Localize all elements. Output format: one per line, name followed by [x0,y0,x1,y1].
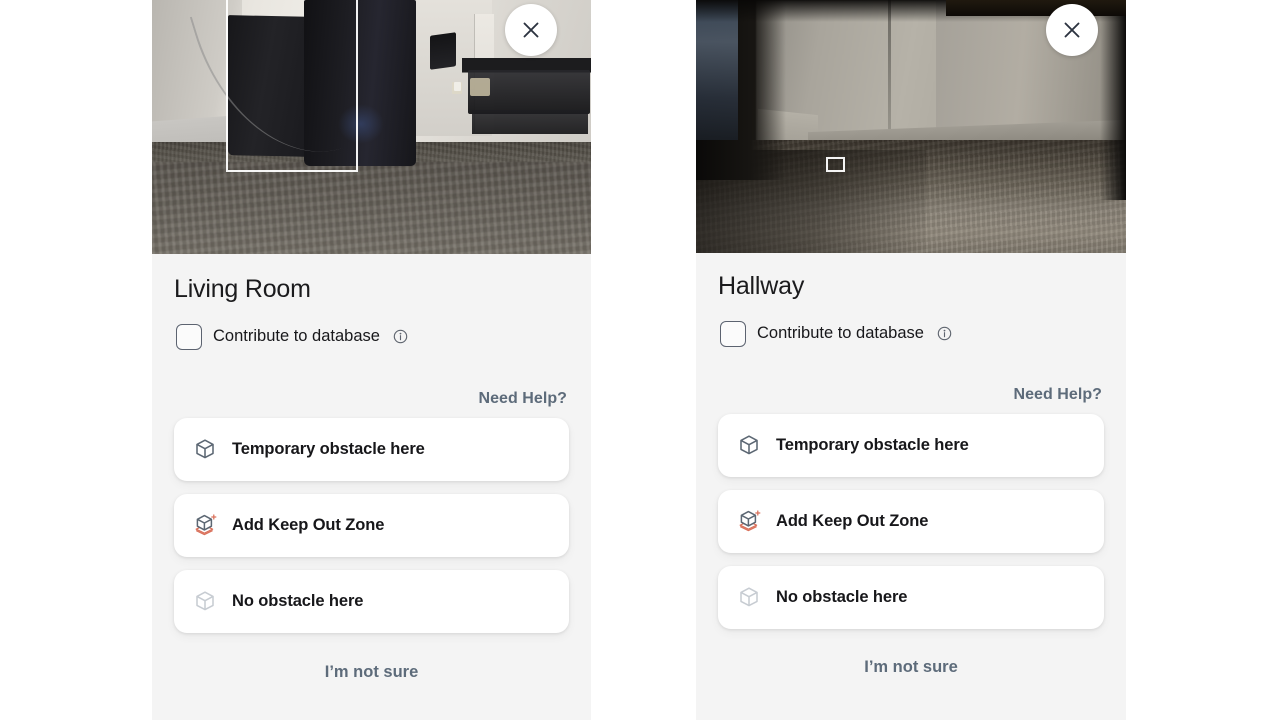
camera-image-hallway [696,0,1126,253]
not-sure-link[interactable]: I’m not sure [325,663,419,682]
contribute-to-database-row[interactable]: Contribute to database [174,323,569,350]
obstacle-review-panel-living-room: Living Room Contribute to database Need … [152,0,591,720]
cube-outline-muted-icon [192,588,218,614]
contribute-label: Contribute to database [757,324,924,342]
option-temporary-obstacle-here[interactable]: Temporary obstacle here [174,417,569,481]
scene-shelf-item [470,78,490,96]
option-label: Add Keep Out Zone [776,511,929,530]
option-add-keep-out-zone[interactable]: Add Keep Out Zone [718,489,1104,553]
scene-top-right-dark [946,0,1126,16]
cube-icon [736,432,762,458]
scene-door-seam [888,0,891,150]
obstacle-option-list: Temporary obstacle here Add Keep Out Zon… [174,417,569,633]
scene-floor-foreground [152,162,591,254]
camera-image-living-room [152,0,591,254]
close-button[interactable] [505,4,557,56]
screenshot-stage: Living Room Contribute to database Need … [0,0,1280,720]
option-label: Temporary obstacle here [776,435,969,454]
option-no-obstacle-here[interactable]: No obstacle here [174,569,569,633]
close-icon [518,17,544,43]
not-sure-row: I’m not sure [174,663,569,682]
scene-wall-switch [454,82,461,91]
contribute-label: Contribute to database [213,327,380,345]
option-no-obstacle-here[interactable]: No obstacle here [718,565,1104,629]
page-title: Hallway [718,272,805,300]
scene-tv-stand [462,58,591,146]
option-temporary-obstacle-here[interactable]: Temporary obstacle here [718,413,1104,477]
cube-outline-muted-icon [736,584,762,610]
option-label: Temporary obstacle here [232,439,425,458]
contribute-to-database-row[interactable]: Contribute to database [718,320,1104,347]
contribute-checkbox[interactable] [176,323,202,350]
page-title: Living Room [174,275,311,303]
obstacle-option-list: Temporary obstacle here Add Keep Out Zon… [718,413,1104,629]
need-help-row: Need Help? [174,390,569,408]
option-add-keep-out-zone[interactable]: Add Keep Out Zone [174,493,569,557]
scene-background-object [430,32,456,70]
scene-right-shadow [1100,0,1126,200]
close-button[interactable] [1046,4,1098,56]
need-help-link[interactable]: Need Help? [1013,386,1102,404]
info-circle-icon[interactable] [393,329,408,344]
close-icon [1059,17,1085,43]
need-help-link[interactable]: Need Help? [478,390,567,408]
review-sheet: Hallway Contribute to database Need Help… [696,253,1126,720]
option-label: No obstacle here [232,591,364,610]
cube-add-keepout-icon [736,508,762,534]
obstacle-review-panel-hallway: Hallway Contribute to database Need Help… [696,0,1126,720]
option-label: Add Keep Out Zone [232,515,385,534]
not-sure-row: I’m not sure [718,658,1104,677]
option-label: No obstacle here [776,587,908,606]
info-circle-icon[interactable] [937,326,952,341]
cube-add-keepout-icon [192,512,218,538]
need-help-row: Need Help? [718,386,1104,404]
cube-icon [192,436,218,462]
review-sheet: Living Room Contribute to database Need … [152,254,591,720]
not-sure-link[interactable]: I’m not sure [864,658,958,677]
contribute-checkbox[interactable] [720,320,746,347]
